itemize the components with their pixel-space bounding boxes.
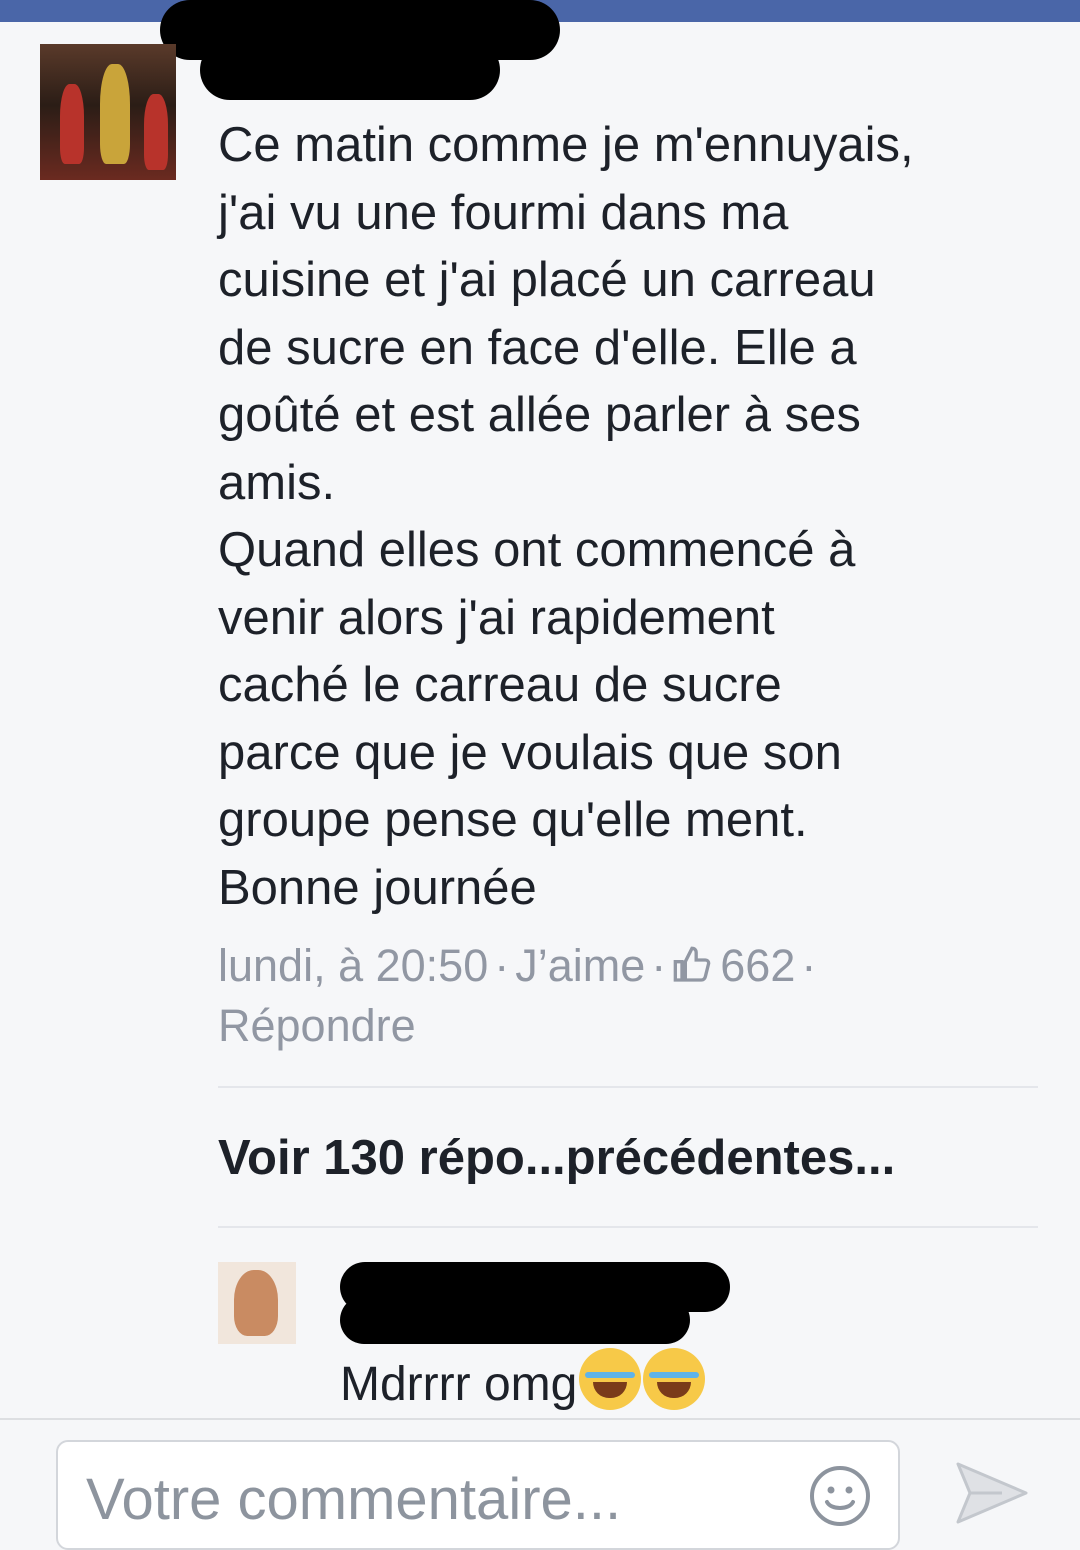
divider (218, 1086, 1038, 1088)
laughing-crying-emoji-icon (579, 1348, 642, 1410)
reply-body: Mdrrrr omg (340, 1348, 706, 1412)
avatar-figure (100, 64, 130, 164)
meta-separator: · (651, 940, 667, 991)
reply-link[interactable]: Répondre (218, 1000, 416, 1051)
comment-body: Ce matin comme je m'ennuyais, j'ai vu un… (218, 118, 914, 915)
avatar-figure (234, 1270, 278, 1336)
reply-text: Mdrrrr omg (340, 1358, 578, 1411)
divider (218, 1226, 1038, 1228)
redacted-author-name-lower (200, 40, 500, 100)
like-link[interactable]: J’aime (515, 940, 645, 991)
like-count[interactable]: 662 (720, 940, 795, 991)
redacted-reply-author-name-lower (340, 1296, 690, 1344)
author-avatar[interactable] (40, 44, 176, 180)
laughing-crying-emoji-icon (643, 1348, 706, 1410)
avatar-figure (144, 94, 168, 170)
send-icon[interactable] (952, 1458, 1032, 1528)
meta-separator: · (494, 940, 510, 991)
see-previous-replies-link[interactable]: Voir 130 répo...précédentes... (218, 1130, 895, 1186)
smiley-icon[interactable] (808, 1464, 872, 1528)
comment-timestamp[interactable]: lundi, à 20:50 (218, 940, 488, 991)
avatar-figure (60, 84, 84, 164)
meta-separator: · (801, 940, 817, 991)
thumbs-up-icon[interactable] (672, 945, 712, 985)
comment-input-placeholder: Votre commentaire... (86, 1467, 622, 1532)
comment-input[interactable]: Votre commentaire... (56, 1440, 900, 1550)
reply-author-avatar[interactable] (218, 1262, 296, 1344)
comment-meta: lundi, à 20:50 · J’aime · 662 · Répondre (218, 936, 1038, 1056)
